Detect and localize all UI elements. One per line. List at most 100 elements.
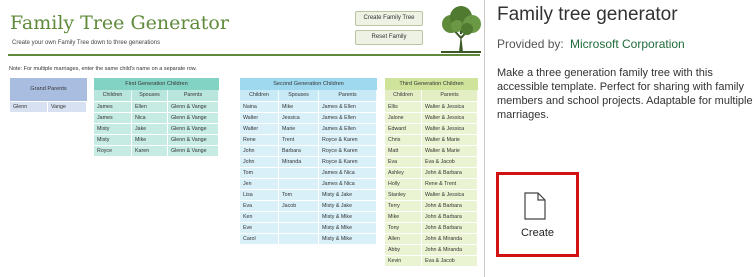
table-cell: Royce & Karen	[319, 146, 377, 156]
table-cell: John & Miranda	[422, 245, 478, 255]
table-cell: Jessica	[279, 113, 319, 123]
table-cell: Walter & Jessica	[422, 113, 478, 123]
sheet-title: Family Tree Generator	[10, 12, 229, 34]
table-cell: Ken	[240, 212, 279, 222]
table-row: Edward Walter & Jessica	[385, 123, 478, 134]
column-header-parents: Parents	[422, 90, 478, 101]
table-cell: Misty & Mike	[319, 212, 377, 222]
table-cell: Carol	[240, 234, 279, 244]
column-header-spouses: Spouses	[279, 90, 319, 101]
table-cell: Tom	[279, 190, 319, 200]
table-row: Tony John & Barbara	[385, 222, 478, 233]
table-cell: Kevin	[385, 256, 422, 266]
grandparents-panel: Grand Parents Glenn Vange	[10, 78, 87, 112]
table-cell: James & Ellen	[319, 102, 377, 112]
table-cell: Walter	[240, 113, 279, 123]
table-cell: Eva & Jacob	[422, 157, 478, 167]
table-row: Matt Walter & Marie	[385, 145, 478, 156]
table-row: Misty Mike Glenn & Vange	[94, 134, 219, 145]
table-row: Rene Trent Royce & Karen	[240, 134, 377, 145]
table-cell: Matt	[385, 146, 422, 156]
table-cell: Miranda	[279, 157, 319, 167]
table-row: John Miranda Royce & Karen	[240, 156, 377, 167]
table-cell: John & Barbara	[422, 212, 478, 222]
template-title: Family tree generator	[497, 4, 678, 25]
table-cell: Eva	[385, 157, 422, 167]
table-cell: John & Miranda	[422, 234, 478, 244]
table-cell: Walter & Jessica	[422, 102, 478, 112]
table-cell: Tony	[385, 223, 422, 233]
table-cell: Jacob	[279, 201, 319, 211]
table-row: Tom James & Nica	[240, 167, 377, 178]
table-row: Terry John & Barbara	[385, 200, 478, 211]
table-cell: James & Nica	[319, 179, 377, 189]
table-cell: Misty & Jake	[319, 190, 377, 200]
table-cell: Trent	[279, 135, 319, 145]
table-row: Jen James & Nica	[240, 178, 377, 189]
table-cell: Edward	[385, 124, 422, 134]
table-row: Glenn Vange	[10, 101, 87, 112]
table-row: Mike John & Barbara	[385, 211, 478, 222]
table-cell: Royce & Karen	[319, 135, 377, 145]
first-generation-panel: First Generation Children Children Spous…	[94, 78, 219, 156]
table-cell: Mike	[279, 102, 319, 112]
table-row: James Ellen Glenn & Vange	[94, 101, 219, 112]
table-cell: Lisa	[240, 190, 279, 200]
reset-family-button: Reset Family	[355, 30, 423, 45]
table-row: Ellis Walter & Jessica	[385, 101, 478, 112]
table-cell	[279, 223, 319, 233]
table-cell: James & Nica	[319, 168, 377, 178]
table-cell: Allen	[385, 234, 422, 244]
table-cell: Mike	[385, 212, 422, 222]
table-cell: Karen	[132, 146, 168, 156]
template-preview: Family Tree Generator Create your own Fa…	[0, 0, 485, 277]
table-row: Jalone Walter & Jessica	[385, 112, 478, 123]
table-cell: Misty	[94, 124, 132, 134]
table-row: James Nica Glenn & Vange	[94, 112, 219, 123]
table-cell: Mike	[132, 135, 168, 145]
table-cell	[279, 212, 319, 222]
table-row: Walter Jessica James & Ellen	[240, 112, 377, 123]
table-row: Misty Jake Glenn & Vange	[94, 123, 219, 134]
table-cell: Ashley	[385, 168, 422, 178]
third-generation-panel: Third Generation Children Children Paren…	[385, 78, 478, 266]
grandparents-header: Grand Parents	[10, 78, 87, 101]
create-label: Create	[520, 227, 555, 239]
table-row: Eva Eva & Jacob	[385, 156, 478, 167]
table-cell: Royce & Karen	[319, 157, 377, 167]
table-cell: Abby	[385, 245, 422, 255]
table-row: Abby John & Miranda	[385, 244, 478, 255]
table-cell	[279, 168, 319, 178]
table-cell: Terry	[385, 201, 422, 211]
table-row: Royce Karen Glenn & Vange	[94, 145, 219, 156]
table-cell: Stanley	[385, 190, 422, 200]
table-cell: Chris	[385, 135, 422, 145]
column-header-spouses: Spouses	[132, 90, 168, 101]
table-cell: Naina	[240, 102, 279, 112]
table-cell: James	[94, 102, 132, 112]
table-cell: John	[240, 157, 279, 167]
first-generation-header: First Generation Children	[94, 78, 219, 90]
table-row: Stanley Walter & Jessica	[385, 189, 478, 200]
note-text: Note: For multiple marriages, enter the …	[9, 66, 197, 72]
column-header-children: Children	[385, 90, 422, 101]
second-generation-header: Second Generation Children	[240, 78, 377, 90]
table-cell: Jake	[132, 124, 168, 134]
grandparent-cell: Vange	[48, 102, 87, 112]
table-cell: Glenn & Vange	[168, 135, 219, 145]
table-row: John Barbara Royce & Karen	[240, 145, 377, 156]
table-cell: James & Ellen	[319, 124, 377, 134]
create-button[interactable]: Create	[496, 172, 579, 257]
table-cell	[279, 179, 319, 189]
table-row: Kevin Eva & Jacob	[385, 255, 478, 266]
template-description: Make a three generation family tree with…	[497, 67, 753, 121]
create-family-tree-button: Create Family Tree	[355, 11, 423, 26]
table-row: Chris Walter & Marie	[385, 134, 478, 145]
document-icon	[524, 192, 546, 220]
table-cell: John & Barbara	[422, 223, 478, 233]
table-cell: Royce	[94, 146, 132, 156]
table-cell: John & Barbara	[422, 168, 478, 178]
table-cell: Jalone	[385, 113, 422, 123]
table-cell: John & Barbara	[422, 201, 478, 211]
table-cell	[279, 234, 319, 244]
